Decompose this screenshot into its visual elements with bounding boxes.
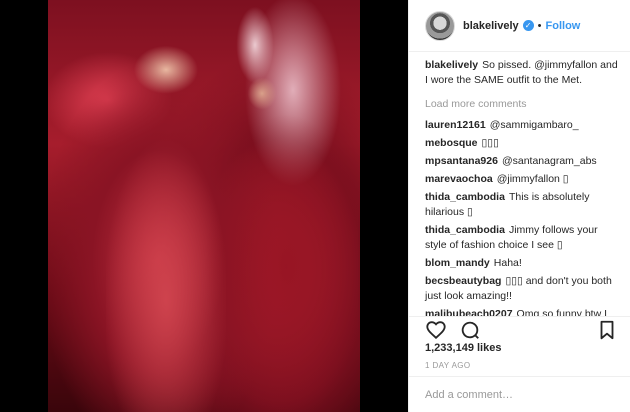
- comment-row: becsbeautybag ▯▯▯ and don't you both just…: [425, 274, 618, 304]
- action-bar: [409, 316, 630, 342]
- comment-username[interactable]: blom_mandy: [425, 257, 490, 269]
- separator-dot: •: [537, 19, 542, 32]
- comment-username[interactable]: malibubeach0207: [425, 308, 513, 316]
- comment-row: blom_mandy Haha!: [425, 256, 618, 271]
- comment-row: thida_cambodia This is absolutely hilario…: [425, 190, 618, 220]
- follow-button[interactable]: Follow: [546, 20, 581, 32]
- comment-row: marevaochoa @jimmyfallon ▯: [425, 172, 618, 187]
- heart-icon[interactable]: [425, 319, 447, 341]
- load-more-comments-link[interactable]: Load more comments: [425, 98, 618, 110]
- comment-username[interactable]: marevaochoa: [425, 173, 493, 185]
- comment-row: lauren12161 @sammigambaro_: [425, 118, 618, 133]
- username-link[interactable]: blakelively: [463, 20, 519, 32]
- post-photo-pane: [0, 0, 408, 412]
- comment-row: malibubeach0207Omg so funny btw I love y…: [425, 307, 618, 316]
- comment-row: mpsantana926 @santanagram_abs: [425, 154, 618, 169]
- photo-figure-right: [198, 50, 358, 412]
- post-photo[interactable]: [48, 0, 360, 412]
- comments-list[interactable]: blakelively So pissed. @jimmyfallon and I…: [409, 58, 630, 316]
- comment-text: Haha!: [493, 257, 522, 269]
- comment-username[interactable]: becsbeautybag: [425, 275, 501, 287]
- add-comment-input[interactable]: [425, 388, 614, 401]
- bookmark-icon[interactable]: [596, 319, 618, 341]
- like-count[interactable]: 1,233,149 likes: [425, 342, 501, 354]
- comment-text: ▯▯▯: [481, 137, 499, 149]
- comment-username[interactable]: thida_cambodia: [425, 224, 505, 236]
- comment-row: thida_cambodia Jimmy follows your style o…: [425, 223, 618, 253]
- verified-badge-icon: ✓: [522, 20, 534, 31]
- comment-username[interactable]: thida_cambodia: [425, 191, 505, 203]
- comment-username[interactable]: mpsantana926: [425, 155, 498, 167]
- comment-row: mebosque ▯▯▯: [425, 136, 618, 151]
- caption-username[interactable]: blakelively: [425, 59, 478, 71]
- post-caption: blakelively So pissed. @jimmyfallon and I…: [425, 58, 618, 88]
- comment-bubble-icon[interactable]: [459, 319, 481, 341]
- post-timestamp: 1 DAY AGO: [425, 361, 471, 370]
- post-header: blakelively ✓ • Follow: [409, 0, 630, 52]
- comment-text: @jimmyfallon ▯: [496, 173, 569, 185]
- avatar[interactable]: [425, 10, 455, 41]
- post-sidebar: blakelively ✓ • Follow blakelively So pis…: [408, 0, 630, 412]
- add-comment-bar: [409, 376, 630, 412]
- comment-text: @sammigambaro_: [489, 119, 579, 131]
- comment-username[interactable]: lauren12161: [425, 119, 486, 131]
- comment-text: @santanagram_abs: [501, 155, 597, 167]
- comment-username[interactable]: mebosque: [425, 137, 478, 149]
